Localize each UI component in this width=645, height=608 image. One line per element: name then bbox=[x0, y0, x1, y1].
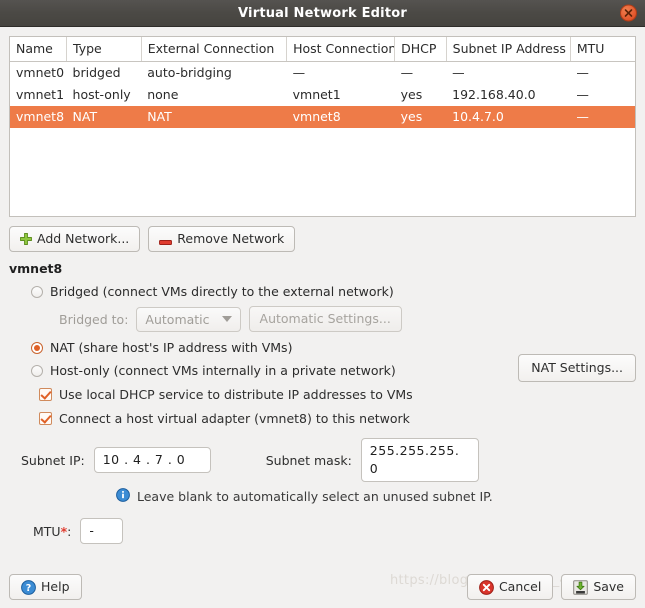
svg-text:?: ? bbox=[26, 583, 32, 594]
cell-name: vmnet1 bbox=[16, 87, 65, 102]
automatic-settings-label: Automatic Settings... bbox=[259, 311, 391, 326]
cell-name: vmnet0 bbox=[16, 65, 65, 80]
cell-external-connection: auto-bridging bbox=[147, 65, 232, 80]
network-table: Name Type External Connection Host Conne… bbox=[10, 37, 635, 128]
checkbox-use-local-dhcp-label: Use local DHCP service to distribute IP … bbox=[59, 387, 413, 402]
cell-external-connection: none bbox=[147, 87, 179, 102]
cancel-button[interactable]: Cancel bbox=[466, 574, 554, 600]
cell-dhcp: — bbox=[400, 65, 414, 80]
option-bridged[interactable]: Bridged (connect VMs directly to the ext… bbox=[31, 284, 636, 299]
checkbox-connect-host-adapter[interactable] bbox=[39, 412, 52, 425]
close-icon[interactable] bbox=[620, 4, 637, 22]
subnet-ip-label: Subnet IP: bbox=[21, 452, 85, 468]
bridged-to-select[interactable]: Automatic bbox=[136, 306, 241, 332]
cell-dhcp: yes bbox=[394, 106, 447, 128]
column-header-name[interactable]: Name bbox=[10, 37, 68, 62]
radio-nat[interactable] bbox=[31, 341, 43, 354]
cancel-label: Cancel bbox=[498, 579, 542, 594]
section-title: vmnet8 bbox=[9, 261, 63, 276]
cell-dhcp: yes bbox=[400, 87, 423, 102]
column-header-external-connection[interactable]: External Connection bbox=[141, 37, 288, 62]
cell-subnet-ip-address: — bbox=[452, 65, 465, 80]
option-nat[interactable]: NAT (share host's IP address with VMs) bbox=[31, 340, 636, 355]
cell-host-connection: vmnet8 bbox=[286, 106, 395, 128]
cell-type: bridged bbox=[72, 65, 121, 80]
network-actions: Add Network... Remove Network bbox=[9, 226, 636, 252]
nat-settings-label: NAT Settings... bbox=[531, 360, 623, 375]
column-header-host-connection[interactable]: Host Connection bbox=[286, 37, 396, 62]
plus-icon bbox=[20, 233, 32, 245]
cell-mtu: — bbox=[576, 65, 589, 80]
option-nat-label: NAT (share host's IP address with VMs) bbox=[50, 340, 293, 355]
network-list[interactable]: Name Type External Connection Host Conne… bbox=[9, 36, 636, 217]
column-header-subnet-ip-address[interactable]: Subnet IP Address bbox=[446, 37, 571, 62]
cell-type: NAT bbox=[66, 106, 142, 128]
footer-actions: Cancel Save bbox=[466, 574, 636, 600]
title-bar: Virtual Network Editor bbox=[0, 0, 645, 27]
mtu-colon: : bbox=[67, 523, 72, 539]
checkbox-row-dhcp[interactable]: Use local DHCP service to distribute IP … bbox=[39, 387, 636, 402]
column-header-type[interactable]: Type bbox=[66, 37, 142, 62]
table-row[interactable]: vmnet1 host-only none vmnet1 yes 192.168… bbox=[10, 84, 635, 106]
mtu-label-group: MTU*: bbox=[33, 524, 71, 539]
save-button[interactable]: Save bbox=[561, 574, 636, 600]
minus-icon bbox=[159, 235, 173, 245]
table-row-selected[interactable]: vmnet8 NAT NAT vmnet8 yes 10.4.7.0 — bbox=[10, 106, 635, 128]
mtu-label: MTU bbox=[33, 523, 61, 539]
help-button[interactable]: ? Help bbox=[9, 574, 82, 600]
checkbox-row-host-adapter[interactable]: Connect a host virtual adapter (vmnet8) … bbox=[39, 411, 636, 426]
subnet-mask-input[interactable]: 255.255.255. 0 bbox=[360, 438, 479, 482]
add-network-label: Add Network... bbox=[37, 231, 130, 246]
checkbox-use-local-dhcp[interactable] bbox=[39, 388, 52, 401]
nat-settings-button[interactable]: NAT Settings... bbox=[518, 354, 636, 382]
option-host-only-label: Host-only (connect VMs internally in a p… bbox=[50, 363, 396, 378]
subnet-mask-label: Subnet mask: bbox=[265, 452, 352, 468]
cell-subnet-ip-address: 192.168.40.0 bbox=[452, 87, 536, 102]
mtu-input[interactable]: - bbox=[80, 518, 124, 544]
bridged-to-value: Automatic bbox=[145, 311, 210, 327]
add-network-button[interactable]: Add Network... bbox=[9, 226, 141, 252]
help-icon: ? bbox=[21, 579, 36, 595]
column-header-dhcp[interactable]: DHCP bbox=[394, 37, 447, 62]
cell-host-connection: — bbox=[292, 65, 306, 80]
remove-network-button[interactable]: Remove Network bbox=[148, 226, 296, 252]
column-header-mtu[interactable]: MTU bbox=[570, 37, 635, 62]
radio-bridged[interactable] bbox=[31, 285, 43, 298]
dialog-content: Name Type External Connection Host Conne… bbox=[0, 36, 645, 608]
radio-host-only[interactable] bbox=[31, 364, 43, 377]
checkbox-connect-host-adapter-label: Connect a host virtual adapter (vmnet8) … bbox=[59, 411, 410, 426]
mtu-row: MTU*: - bbox=[33, 518, 636, 544]
subnet-row: Subnet IP: 10 . 4 . 7 . 0 Subnet mask: 2… bbox=[21, 438, 636, 482]
cell-name: vmnet8 bbox=[10, 106, 67, 128]
table-header-row: Name Type External Connection Host Conne… bbox=[10, 37, 635, 62]
window-title: Virtual Network Editor bbox=[238, 5, 407, 21]
subnet-ip-input[interactable]: 10 . 4 . 7 . 0 bbox=[93, 447, 211, 473]
automatic-settings-button[interactable]: Automatic Settings... bbox=[248, 306, 402, 332]
help-label: Help bbox=[41, 579, 70, 594]
save-icon bbox=[573, 579, 589, 595]
subnet-hint: Leave blank to automatically select an u… bbox=[116, 488, 636, 505]
remove-network-label: Remove Network bbox=[177, 231, 285, 246]
cell-host-connection: vmnet1 bbox=[292, 87, 341, 102]
dialog-footer: ? Help Cancel Save bbox=[9, 574, 636, 600]
subnet-hint-text: Leave blank to automatically select an u… bbox=[137, 489, 493, 504]
bridged-to-row: Bridged to: Automatic Automatic Settings… bbox=[59, 306, 636, 332]
cell-subnet-ip-address: 10.4.7.0 bbox=[446, 106, 571, 128]
cancel-icon bbox=[479, 579, 494, 595]
bridged-to-label: Bridged to: bbox=[59, 311, 129, 327]
cell-external-connection: NAT bbox=[141, 106, 287, 128]
table-row[interactable]: vmnet0 bridged auto-bridging — — — — bbox=[10, 62, 635, 85]
cell-mtu: — bbox=[570, 106, 635, 128]
save-label: Save bbox=[593, 579, 624, 594]
cell-mtu: — bbox=[576, 87, 589, 102]
info-icon bbox=[116, 488, 130, 505]
chevron-down-icon bbox=[221, 316, 232, 322]
option-bridged-label: Bridged (connect VMs directly to the ext… bbox=[50, 284, 394, 299]
cell-type: host-only bbox=[72, 87, 131, 102]
